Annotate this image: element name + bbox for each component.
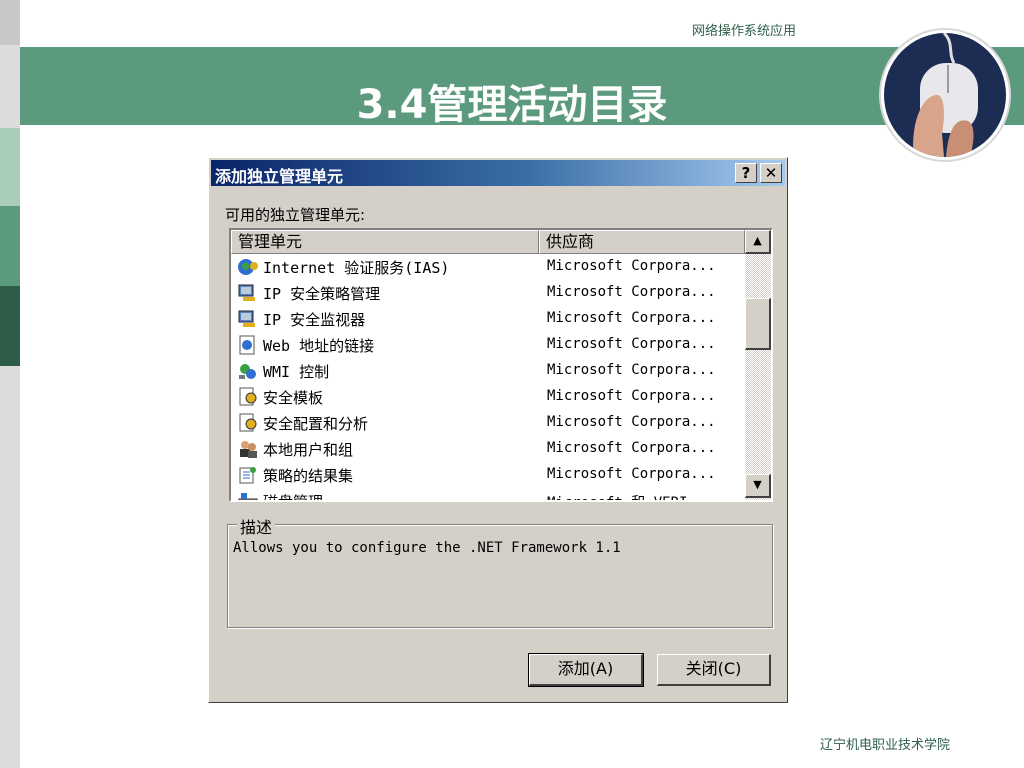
disk-management-icon [237, 491, 259, 500]
list-item[interactable]: 安全模板 Microsoft Corpora... [231, 384, 745, 410]
security-config-icon [237, 413, 259, 433]
security-templates-icon [237, 387, 259, 407]
column-header-name[interactable]: 管理单元 [231, 230, 539, 254]
list-scrollbar[interactable]: ▲ ▼ [745, 230, 771, 500]
ip-security-monitor-icon [237, 309, 259, 329]
snapin-name: Web 地址的链接 [263, 337, 375, 355]
list-item[interactable]: 安全配置和分析 Microsoft Corpora... [231, 410, 745, 436]
college-name: 辽宁机电职业技术学院 [820, 738, 951, 753]
list-item[interactable]: IP 安全监视器 Microsoft Corpora... [231, 306, 745, 332]
wmi-control-icon [237, 361, 259, 381]
list-item[interactable]: Internet 验证服务(IAS) Microsoft Corpora... [231, 254, 745, 280]
close-dialog-button[interactable]: 关闭(C) [657, 654, 771, 686]
list-item[interactable]: 策略的结果集 Microsoft Corpora... [231, 462, 745, 488]
dialog-titlebar[interactable]: 添加独立管理单元 ? ✕ [211, 160, 785, 186]
scroll-up-button[interactable]: ▲ [745, 230, 771, 254]
snapin-vendor: Microsoft Corpora... [547, 466, 716, 482]
slide-title: 3.4管理活动目录 [356, 82, 668, 128]
snapin-name: 安全配置和分析 [263, 415, 369, 433]
available-snapins-label: 可用的独立管理单元: [225, 206, 366, 224]
snapin-list[interactable]: 管理单元 供应商 Internet 验证服务(IAS) Microsoft Cor… [229, 228, 773, 502]
scroll-down-button[interactable]: ▼ [745, 474, 771, 498]
snapin-name: IP 安全策略管理 [263, 285, 381, 303]
list-header: 管理单元 供应商 [231, 230, 745, 254]
course-name: 网络操作系统应用 [692, 24, 797, 39]
description-text: Allows you to configure the .NET Framewo… [233, 540, 621, 556]
snapin-vendor: Microsoft Corpora... [547, 440, 716, 456]
list-item[interactable]: WMI 控制 Microsoft Corpora... [231, 358, 745, 384]
snapin-vendor: Microsoft Corpora... [547, 284, 716, 300]
left-decor-block [0, 206, 20, 286]
snapin-vendor: Microsoft 和 VERI... [547, 492, 713, 500]
ias-icon [237, 257, 259, 277]
dialog-title: 添加独立管理单元 [215, 167, 344, 186]
snapin-name: 策略的结果集 [263, 467, 354, 485]
snapin-vendor: Microsoft Corpora... [547, 388, 716, 404]
scroll-thumb[interactable] [745, 298, 771, 350]
local-users-icon [237, 439, 259, 459]
left-decor-block [0, 0, 20, 45]
snapin-vendor: Microsoft Corpora... [547, 258, 716, 274]
snapin-vendor: Microsoft Corpora... [547, 362, 716, 378]
snapin-name: 磁盘管理 [263, 491, 323, 500]
web-link-icon [237, 335, 259, 355]
add-snapin-dialog: 添加独立管理单元 ? ✕ 可用的独立管理单元: 管理单元 供应商 Interne… [208, 157, 788, 703]
snapin-name: Internet 验证服务(IAS) [263, 259, 450, 277]
snapin-name: 本地用户和组 [263, 441, 354, 459]
ip-security-policy-icon [237, 283, 259, 303]
column-header-vendor[interactable]: 供应商 [539, 230, 745, 254]
snapin-vendor: Microsoft Corpora... [547, 336, 716, 352]
snapin-name: WMI 控制 [263, 363, 330, 381]
list-item[interactable]: 磁盘管理 Microsoft 和 VERI... [231, 488, 745, 500]
snapin-name: 安全模板 [263, 389, 324, 407]
rsop-icon [237, 465, 259, 485]
snapin-vendor: Microsoft Corpora... [547, 414, 716, 430]
description-legend: 描述 [237, 514, 276, 538]
list-item[interactable]: 本地用户和组 Microsoft Corpora... [231, 436, 745, 462]
list-rows: Internet 验证服务(IAS) Microsoft Corpora... IP… [231, 254, 745, 500]
mouse-photo [881, 30, 1009, 160]
list-item[interactable]: IP 安全策略管理 Microsoft Corpora... [231, 280, 745, 306]
close-icon[interactable]: ✕ [760, 163, 782, 183]
add-button[interactable]: 添加(A) [528, 653, 644, 687]
snapin-name: IP 安全监视器 [263, 311, 366, 329]
snapin-vendor: Microsoft Corpora... [547, 310, 716, 326]
left-decor-block [0, 286, 20, 366]
list-item[interactable]: Web 地址的链接 Microsoft Corpora... [231, 332, 745, 358]
left-decor-block [0, 128, 20, 206]
help-button[interactable]: ? [735, 163, 757, 183]
